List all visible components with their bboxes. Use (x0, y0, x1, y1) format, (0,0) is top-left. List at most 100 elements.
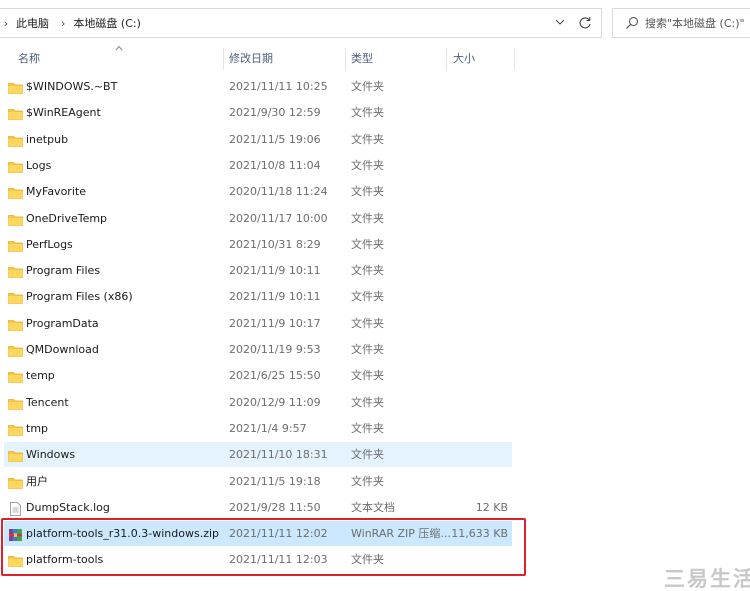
file-name: PerfLogs (26, 237, 73, 251)
file-type: 文件夹 (351, 80, 384, 93)
sort-ascending-icon (115, 45, 123, 51)
file-date-modified: 2020/12/9 11:09 (229, 395, 321, 409)
breadcrumb-local-disk[interactable]: 本地磁盘 (C:) (73, 15, 140, 31)
file-row[interactable]: Tencent 2020/12/9 11:09 文件夹 (4, 390, 512, 415)
file-date-modified: 2021/10/31 8:29 (229, 237, 321, 251)
file-date-modified: 2021/11/5 19:06 (229, 132, 321, 146)
file-row[interactable]: $WinREAgent 2021/9/30 12:59 文件夹 (4, 100, 512, 125)
folder-icon (8, 158, 23, 173)
file-row[interactable]: DumpStack.log 2021/9/28 11:50 文本文档 12 KB (4, 495, 512, 520)
folder-icon (8, 447, 23, 463)
folder-icon (8, 105, 23, 121)
file-name: Tencent (26, 395, 69, 409)
file-type: 文件夹 (351, 290, 384, 304)
file-type: 文件夹 (351, 132, 384, 146)
file-type: 文件夹 (351, 343, 384, 356)
file-type: 文件夹 (351, 185, 384, 199)
file-type: 文件夹 (351, 421, 384, 435)
file-type: 文件夹 (351, 264, 384, 278)
column-date-modified[interactable]: 修改日期 (229, 44, 273, 74)
file-date-modified: 2021/1/4 9:57 (229, 421, 307, 435)
file-name: Program Files (x86) (26, 290, 133, 304)
file-date-modified: 2021/11/5 19:18 (229, 474, 321, 488)
file-date-modified: 2020/11/19 9:53 (229, 343, 321, 356)
folder-icon (8, 184, 23, 200)
file-date-modified: 2021/9/28 11:50 (229, 500, 321, 514)
file-type: 文件夹 (351, 106, 384, 120)
text-file-icon (8, 500, 23, 516)
folder-icon (8, 474, 23, 489)
file-row[interactable]: PerfLogs 2021/10/31 8:29 文件夹 (4, 232, 512, 257)
column-header: 名称 修改日期 类型 大小 (0, 44, 750, 74)
file-row[interactable]: MyFavorite 2020/11/18 11:24 文件夹 (4, 179, 512, 204)
file-row[interactable]: Logs 2021/10/8 11:04 文件夹 (4, 153, 512, 178)
file-type: 文件夹 (351, 448, 384, 462)
chevron-down-icon[interactable] (555, 17, 565, 27)
column-divider[interactable] (514, 48, 515, 70)
folder-icon (8, 342, 23, 357)
column-type[interactable]: 类型 (351, 44, 373, 74)
file-date-modified: 2021/9/30 12:59 (229, 106, 321, 120)
folder-icon (8, 421, 23, 436)
file-row[interactable]: OneDriveTemp 2020/11/17 10:00 文件夹 (4, 206, 512, 231)
file-row[interactable]: QMDownload 2020/11/19 9:53 文件夹 (4, 337, 512, 362)
file-name: ProgramData (26, 316, 99, 330)
file-name: Program Files (26, 264, 101, 278)
file-date-modified: 2021/11/9 10:11 (229, 264, 321, 278)
file-row[interactable]: 用户 2021/11/5 19:18 文件夹 (4, 469, 512, 494)
file-row[interactable]: ProgramData 2021/11/9 10:17 文件夹 (4, 311, 512, 336)
file-explorer: › 此电脑 › 本地磁盘 (C:) 搜索"本地磁盘 (C:)" 名称 修改日期 … (0, 0, 750, 591)
file-type: 文件夹 (351, 474, 384, 488)
file-name: $WINDOWS.~BT (26, 80, 118, 93)
folder-icon (8, 368, 23, 384)
file-row[interactable]: tmp 2021/1/4 9:57 文件夹 (4, 416, 512, 441)
file-date-modified: 2021/10/8 11:04 (229, 158, 321, 172)
file-date-modified: 2021/11/10 18:31 (229, 448, 328, 462)
folder-icon (8, 211, 23, 226)
file-type: 文件夹 (351, 316, 384, 330)
file-row[interactable]: Program Files (x86) 2021/11/9 10:11 文件夹 (4, 284, 512, 309)
column-name[interactable]: 名称 (18, 44, 40, 74)
watermark-logo: 三易生活 (664, 567, 750, 591)
file-row[interactable]: Windows 2021/11/10 18:31 文件夹 (4, 442, 512, 468)
file-type: 文本文档 (351, 500, 395, 514)
file-name: temp (26, 369, 55, 383)
file-name: 用户 (26, 474, 48, 488)
folder-icon (8, 289, 23, 305)
file-type: 文件夹 (351, 211, 384, 225)
folder-icon (8, 237, 23, 252)
folder-icon (8, 395, 23, 410)
file-name: DumpStack.log (26, 500, 110, 514)
file-name: tmp (26, 421, 49, 435)
file-name: QMDownload (26, 343, 99, 356)
folder-icon (8, 316, 23, 331)
folder-icon (8, 132, 23, 147)
column-size[interactable]: 大小 (453, 44, 475, 74)
column-divider[interactable] (446, 48, 447, 70)
file-date-modified: 2021/11/9 10:17 (229, 316, 321, 330)
file-date-modified: 2021/11/11 10:25 (229, 80, 328, 93)
breadcrumb-separator-icon[interactable]: › (61, 17, 65, 30)
file-name: Windows (26, 448, 76, 462)
file-date-modified: 2020/11/17 10:00 (229, 211, 328, 225)
file-name: $WinREAgent (26, 106, 101, 120)
file-row[interactable]: Program Files 2021/11/9 10:11 文件夹 (4, 258, 512, 283)
column-divider[interactable] (345, 48, 346, 70)
refresh-icon[interactable] (577, 15, 593, 31)
file-row[interactable]: $WINDOWS.~BT 2021/11/11 10:25 文件夹 (4, 74, 512, 99)
column-divider[interactable] (223, 48, 224, 70)
folder-icon (8, 263, 23, 278)
file-date-modified: 2020/11/18 11:24 (229, 185, 328, 199)
folder-icon (8, 79, 23, 94)
breadcrumb-chevron-icon[interactable]: › (0, 17, 12, 30)
file-name: OneDriveTemp (26, 211, 108, 225)
search-icon (626, 16, 639, 29)
file-date-modified: 2021/11/9 10:11 (229, 290, 321, 304)
address-bar[interactable]: › 此电脑 › 本地磁盘 (C:) (0, 8, 602, 38)
file-row[interactable]: inetpub 2021/11/5 19:06 文件夹 (4, 127, 512, 152)
breadcrumb-this-pc[interactable]: 此电脑 (16, 15, 49, 31)
file-type: 文件夹 (351, 395, 384, 409)
file-size: 12 KB (475, 500, 508, 514)
file-row[interactable]: temp 2021/6/25 15:50 文件夹 (4, 363, 512, 388)
search-input[interactable]: 搜索"本地磁盘 (C:)" (612, 8, 750, 38)
